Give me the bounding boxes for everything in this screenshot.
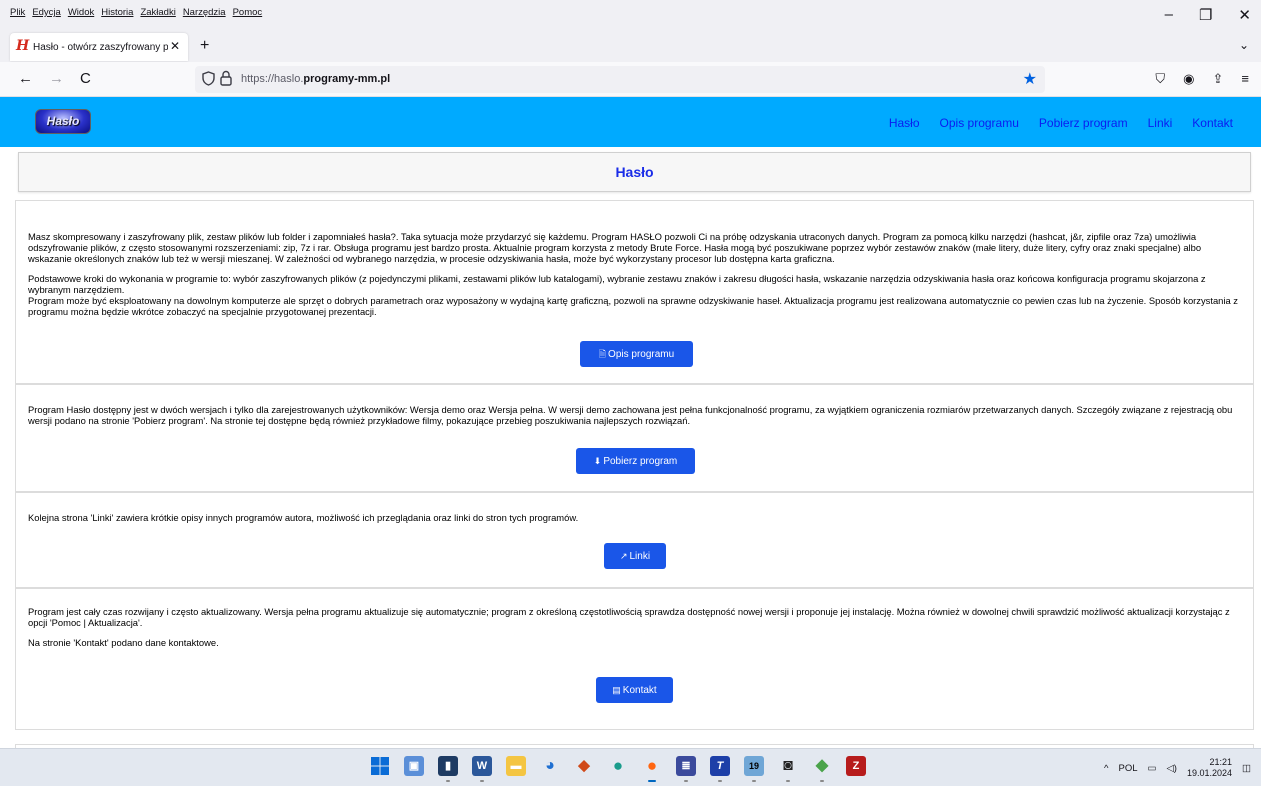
- notifications-icon[interactable]: ◫: [1242, 763, 1251, 774]
- tab-haslo[interactable]: H Hasło - otwórz zaszyfrowany pl ✕: [10, 33, 188, 61]
- page-title-panel: Hasło: [18, 152, 1251, 192]
- opis-programu-label: Opis programu: [608, 349, 675, 360]
- volume-icon[interactable]: ◁): [1166, 763, 1176, 774]
- kontakt-label: Kontakt: [622, 685, 657, 696]
- windows-taskbar: ▣ ▮ W ▬ ◕ ◆ ● ● ≣ T 19 ◙ ◆ Z ^ POL ▭ ◁) …: [0, 748, 1261, 786]
- menu-narzedzia[interactable]: Narzędzia: [183, 7, 226, 18]
- download-icon: ⬇: [593, 456, 602, 466]
- menu-plik[interactable]: Plik: [10, 7, 25, 18]
- notepad-app-icon[interactable]: ▮: [438, 756, 458, 782]
- nav-link-linki[interactable]: Linki: [1148, 116, 1173, 130]
- typora-app-icon[interactable]: T: [710, 756, 730, 782]
- address-bar[interactable]: https://haslo.programy-mm.pl ★: [195, 66, 1045, 93]
- window-controls: – ❐ ✕: [1165, 6, 1251, 24]
- site-header: Hasło Hasło Opis programu Pobierz progra…: [0, 97, 1261, 147]
- nav-link-kontakt[interactable]: Kontakt: [1192, 116, 1233, 130]
- forward-icon[interactable]: →: [49, 70, 64, 87]
- menu-list: Plik Edycja Widok Historia Zakładki Narz…: [10, 7, 262, 18]
- minimize-icon[interactable]: –: [1165, 6, 1173, 24]
- word-icon[interactable]: W: [472, 756, 492, 782]
- calendar-app-icon[interactable]: 19: [744, 756, 764, 782]
- list-all-tabs-icon[interactable]: ⌄: [1239, 38, 1249, 52]
- menu-edycja[interactable]: Edycja: [32, 7, 61, 18]
- git-app-icon[interactable]: ◆: [812, 756, 832, 782]
- intro-paragraph-3: Program może być eksploatowany na dowoln…: [28, 295, 1238, 317]
- pocket-icon[interactable]: ⛉: [1155, 71, 1165, 87]
- close-window-icon[interactable]: ✕: [1238, 6, 1251, 24]
- section-intro: Masz skompresowany i zaszyfrowany plik, …: [15, 200, 1254, 384]
- tab-close-icon[interactable]: ✕: [170, 39, 180, 53]
- kontakt-button[interactable]: ▤ Kontakt: [596, 677, 673, 703]
- network-icon[interactable]: ▭: [1148, 763, 1157, 774]
- url-prefix: https://haslo.: [241, 73, 304, 85]
- tab-title: Hasło - otwórz zaszyfrowany pl: [33, 42, 168, 53]
- system-tray: ^ POL ▭ ◁) 21:21 19.01.2024 ◫: [1104, 757, 1251, 779]
- links-paragraph: Kolejna strona 'Linki' zawiera krótkie o…: [28, 512, 579, 523]
- start-icon[interactable]: [370, 756, 390, 776]
- intro-paragraph-2: Podstawowe kroki do wykonania w programi…: [28, 273, 1206, 295]
- shield-icon[interactable]: [202, 71, 215, 86]
- firefox-icon[interactable]: ●: [642, 756, 662, 782]
- clock-time: 21:21: [1209, 757, 1233, 767]
- nav-buttons: ← → C: [18, 70, 91, 87]
- restore-icon[interactable]: ❐: [1199, 6, 1212, 24]
- logo-text: Hasło: [46, 114, 80, 128]
- extensions-icon[interactable]: ⇪: [1213, 71, 1224, 87]
- file-explorer-icon[interactable]: ▬: [506, 756, 526, 776]
- clock[interactable]: 21:21 19.01.2024: [1187, 757, 1232, 779]
- reload-icon[interactable]: C: [80, 70, 91, 87]
- favicon-icon: H: [16, 38, 30, 54]
- lock-icon[interactable]: [220, 70, 232, 86]
- notes-app-icon[interactable]: ≣: [676, 756, 696, 782]
- section-links: Kolejna strona 'Linki' zawiera krótkie o…: [15, 492, 1254, 588]
- document-icon: 🗎: [598, 349, 607, 359]
- page-title: Hasło: [615, 164, 654, 180]
- site-nav-links: Hasło Opis programu Pobierz program Link…: [889, 116, 1233, 130]
- url-domain: programy-mm.pl: [303, 73, 391, 85]
- taskbar-apps: ▣ ▮ W ▬ ◕ ◆ ● ● ≣ T 19 ◙ ◆ Z: [370, 756, 866, 782]
- nav-link-pobierz-program[interactable]: Pobierz program: [1039, 116, 1128, 130]
- menu-pomoc[interactable]: Pomoc: [233, 7, 263, 18]
- nav-link-opis-programu[interactable]: Opis programu: [940, 116, 1019, 130]
- toolbar-right: ⛉ ◉ ⇪ ≡: [1155, 71, 1249, 87]
- back-icon[interactable]: ←: [18, 70, 33, 87]
- photos-app-icon[interactable]: ▣: [404, 756, 424, 776]
- tray-chevron-icon[interactable]: ^: [1104, 763, 1108, 774]
- versions-paragraph: Program Hasło dostępny jest w dwóch wers…: [28, 404, 1233, 426]
- menu-zakladki[interactable]: Zakładki: [140, 7, 175, 18]
- pobierz-program-button[interactable]: ⬇ Pobierz program: [576, 448, 695, 474]
- site-logo[interactable]: Hasło: [35, 109, 91, 134]
- section-updates: Program jest cały czas rozwijany i częst…: [15, 588, 1254, 730]
- opis-programu-button[interactable]: 🗎 Opis programu: [580, 341, 693, 367]
- menu-widok[interactable]: Widok: [68, 7, 94, 18]
- menu-historia[interactable]: Historia: [101, 7, 133, 18]
- section-versions: Program Hasło dostępny jest w dwóch wers…: [15, 384, 1254, 492]
- language-indicator[interactable]: POL: [1118, 763, 1137, 774]
- account-icon[interactable]: ◉: [1183, 71, 1194, 87]
- edge-icon[interactable]: ●: [608, 756, 628, 776]
- filezilla-icon[interactable]: Z: [846, 756, 866, 776]
- new-tab-button[interactable]: +: [200, 37, 209, 55]
- app-menu-icon[interactable]: ≡: [1241, 71, 1249, 87]
- paint-app-icon[interactable]: ◆: [574, 756, 594, 776]
- url-text[interactable]: https://haslo.programy-mm.pl: [241, 73, 390, 85]
- pobierz-program-label: Pobierz program: [603, 456, 678, 467]
- navigation-toolbar: ← → C https://haslo.programy-mm.pl ★ ⛉ ◉…: [0, 62, 1261, 97]
- vpn-app-icon[interactable]: ◙: [778, 756, 798, 782]
- browser-menubar: Plik Edycja Widok Historia Zakładki Narz…: [0, 0, 1261, 30]
- intro-paragraph-1: Masz skompresowany i zaszyfrowany plik, …: [28, 231, 1202, 264]
- clock-date: 19.01.2024: [1186, 768, 1233, 778]
- linki-label: Linki: [629, 551, 651, 562]
- external-link-icon: ↗: [619, 551, 628, 561]
- tab-strip: H Hasło - otwórz zaszyfrowany pl ✕ + ⌄: [0, 30, 1261, 62]
- updates-paragraph-1: Program jest cały czas rozwijany i częst…: [28, 606, 1230, 628]
- updates-paragraph-2: Na stronie 'Kontakt' podano dane kontakt…: [28, 637, 219, 648]
- nav-link-haslo[interactable]: Hasło: [889, 116, 920, 130]
- contact-card-icon: ▤: [612, 685, 621, 695]
- linki-button[interactable]: ↗ Linki: [604, 543, 666, 569]
- cortana-app-icon[interactable]: ◕: [540, 756, 560, 776]
- bookmark-star-icon[interactable]: ★: [1023, 69, 1037, 89]
